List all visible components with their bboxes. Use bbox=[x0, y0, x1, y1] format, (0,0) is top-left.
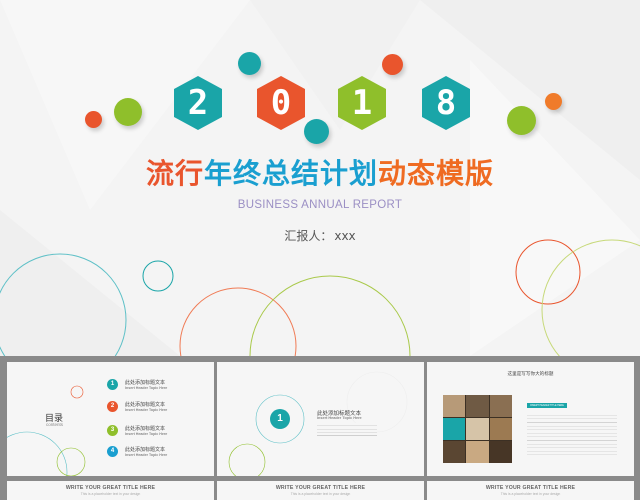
toc-number: 3 bbox=[107, 425, 118, 436]
toc-item-title: 此处添加标题文本 bbox=[125, 402, 166, 408]
toc-item-title: 此处添加标题文本 bbox=[125, 426, 166, 432]
toc-number: 1 bbox=[107, 379, 118, 390]
decor-ball-green bbox=[507, 106, 536, 135]
toc-item-subtitle: Insert Header Topic Here bbox=[125, 432, 168, 436]
main-title: 流行年终总结计划动态模版 bbox=[0, 152, 640, 192]
reporter-line: 汇报人： xxx bbox=[0, 227, 640, 244]
main-slide[interactable]: 2 0 1 8 流行年终总结计划动态模版 BUSINESS ANNUAL REP… bbox=[0, 0, 640, 356]
thumbnail-subtitle: This is a placeholder text in your desig… bbox=[500, 492, 561, 496]
photo-tile bbox=[489, 395, 512, 417]
photo-slide-title: 这里是写写你大的标题 bbox=[507, 372, 554, 377]
toc-item-title: 此处添加标题文本 bbox=[125, 380, 166, 386]
photo-tile bbox=[443, 441, 466, 463]
decor-ball-teal bbox=[238, 52, 261, 75]
year-digit: 2 bbox=[187, 83, 209, 123]
toc-item-subtitle: Insert Header Topic Here bbox=[125, 453, 168, 457]
slide-thumbnail[interactable]: WRITE YOUR GREAT TITLE HERE This is a pl… bbox=[217, 481, 424, 500]
slide-thumbnail-section[interactable]: 1 此处添加标题文本 Insert Header Topic Here bbox=[217, 362, 424, 476]
thumbnail-title: WRITE YOUR GREAT TITLE HERE bbox=[65, 485, 156, 491]
year-digit: 0 bbox=[270, 83, 292, 123]
decor-ball-red bbox=[382, 54, 403, 75]
year-digit: 8 bbox=[435, 83, 457, 123]
photo-tile bbox=[443, 418, 466, 440]
photo-tile bbox=[466, 395, 489, 417]
section-number-badge: 1 bbox=[270, 409, 290, 429]
thumbnail-title: WRITE YOUR GREAT TITLE HERE bbox=[485, 485, 576, 491]
year-digit: 1 bbox=[351, 83, 373, 123]
slide-thumbnail[interactable]: WRITE YOUR GREAT TITLE HERE This is a pl… bbox=[7, 481, 214, 500]
photo-caption: INSERT HEADER TITLE HERE bbox=[527, 403, 567, 408]
section-placeholder-text bbox=[317, 423, 377, 437]
thumbnail-title: WRITE YOUR GREAT TITLE HERE bbox=[275, 485, 366, 491]
thumbnail-subtitle: This is a placeholder text in your desig… bbox=[80, 492, 141, 496]
photo-tile bbox=[489, 441, 512, 463]
main-subtitle: BUSINESS ANNUAL REPORT bbox=[237, 199, 403, 211]
reporter-value: xxx bbox=[334, 229, 356, 243]
slide-thumbnail-toc[interactable]: 目录 contents 1 此处添加标题文本 Insert Header Top… bbox=[7, 362, 214, 476]
photo-tile bbox=[489, 418, 512, 440]
toc-item-subtitle: Insert Header Topic Here bbox=[125, 386, 168, 390]
section-subtitle: Insert Header Topic Here bbox=[317, 416, 362, 420]
reporter-label: 汇报人： bbox=[284, 229, 333, 243]
year-hexagon: 2 bbox=[170, 75, 226, 131]
toc-number: 2 bbox=[107, 401, 118, 412]
decor-ball-red bbox=[85, 111, 102, 128]
year-hexagon: 8 bbox=[418, 75, 474, 131]
slide-thumbnail-photo[interactable]: 这里是写写你大的标题 INSERT HEADER TITLE HERE bbox=[427, 362, 634, 476]
thumbnail-subtitle: This is a placeholder text in your desig… bbox=[290, 492, 351, 496]
photo-grid bbox=[443, 395, 512, 463]
slide-sorter-view: 2 0 1 8 流行年终总结计划动态模版 BUSINESS ANNUAL REP… bbox=[0, 0, 640, 500]
toc-item-title: 此处添加标题文本 bbox=[125, 447, 166, 453]
photo-tile bbox=[443, 395, 466, 417]
toc-number: 4 bbox=[107, 446, 118, 457]
title-part: 动态模版 bbox=[378, 157, 495, 190]
title-part: 流行 bbox=[145, 157, 204, 190]
year-hexagon: 0 bbox=[253, 75, 309, 131]
decor-ball-green bbox=[114, 98, 142, 126]
toc-title-en: contents bbox=[46, 422, 64, 427]
photo-tile bbox=[466, 441, 489, 463]
title-part: 年终总结计划 bbox=[203, 157, 378, 190]
slide-thumbnail[interactable]: WRITE YOUR GREAT TITLE HERE This is a pl… bbox=[427, 481, 634, 500]
decor-ball-orange bbox=[545, 93, 562, 110]
photo-placeholder-text bbox=[527, 412, 617, 458]
year-hexagon: 1 bbox=[334, 75, 390, 131]
photo-tile bbox=[466, 418, 489, 440]
toc-item-subtitle: Insert Header Topic Here bbox=[125, 408, 168, 412]
